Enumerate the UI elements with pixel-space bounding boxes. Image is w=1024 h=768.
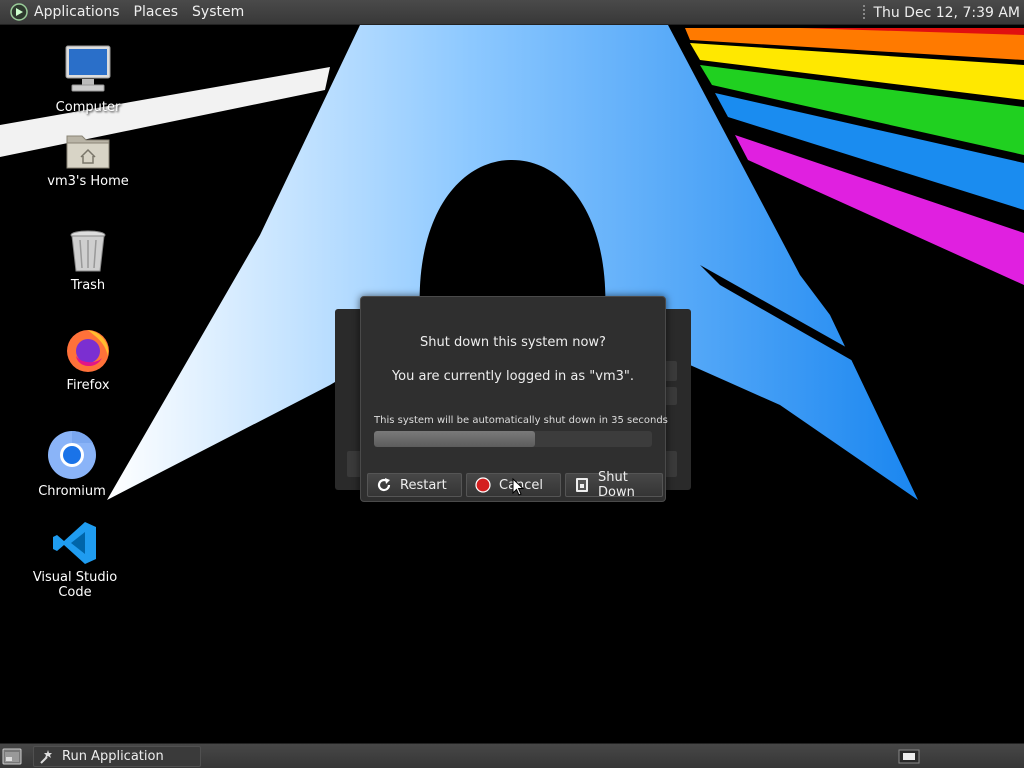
restart-label: Restart (400, 477, 447, 493)
desktop-icon-label: Firefox (66, 378, 110, 393)
home-folder-icon (66, 135, 110, 169)
desktop-icon-label: vm3's Home (47, 174, 129, 189)
desktop-icon-label: Chromium (38, 484, 106, 499)
desktop-icon-computer[interactable]: Computer (33, 44, 143, 115)
restart-icon (376, 477, 392, 493)
bottom-panel: Run Application (0, 743, 1024, 768)
menu-system[interactable]: System (192, 4, 252, 20)
desktop-icon-label: Computer (55, 100, 121, 115)
desktop-icon-vscode[interactable]: Visual Studio Code (19, 520, 131, 600)
desktop-icon-chromium[interactable]: Chromium (17, 430, 127, 499)
taskbar-run-application[interactable]: Run Application (33, 746, 201, 767)
desktop-icon-label: Trash (70, 278, 106, 293)
shutdown-icon (574, 477, 590, 493)
restart-button[interactable]: Restart (367, 473, 462, 497)
menu-places[interactable]: Places (134, 4, 187, 20)
chromium-icon (48, 430, 96, 479)
workspace-switcher-icon[interactable] (898, 749, 920, 764)
computer-icon (65, 45, 111, 92)
countdown-text: This system will be automatically shut d… (374, 415, 668, 426)
desktop-icon-home[interactable]: vm3's Home (33, 130, 143, 189)
dialog-title: Shut down this system now? (420, 335, 606, 350)
desktop-icon-label: Visual Studio Code (32, 570, 118, 600)
countdown-progress-bar (374, 431, 652, 447)
desktop-icon-firefox[interactable]: Firefox (33, 326, 143, 393)
desktop-icon-trash[interactable]: Trash (33, 228, 143, 293)
shutdown-button[interactable]: Shut Down (565, 470, 663, 500)
applications-menu-icon[interactable] (10, 3, 28, 21)
run-application-icon (40, 749, 52, 764)
show-desktop-icon[interactable] (2, 748, 22, 765)
mouse-cursor-icon (512, 478, 524, 496)
shutdown-label: Shut Down (598, 470, 635, 500)
menu-applications[interactable]: Applications (34, 4, 128, 20)
shutdown-dialog: Shut down this system now? You are curre… (360, 296, 668, 502)
vscode-icon (53, 522, 96, 564)
top-panel: Applications Places System Thu Dec 12, 7… (0, 0, 1024, 25)
clock[interactable]: Thu Dec 12, 7:39 AM (873, 5, 1020, 21)
cancel-icon (475, 477, 491, 493)
progress-fill (374, 431, 536, 447)
trash-icon (70, 230, 106, 272)
panel-separator (863, 4, 866, 21)
dialog-subtitle: You are currently logged in as "vm3". (391, 369, 635, 384)
firefox-icon (67, 330, 109, 372)
taskbar-label: Run Application (62, 749, 164, 764)
